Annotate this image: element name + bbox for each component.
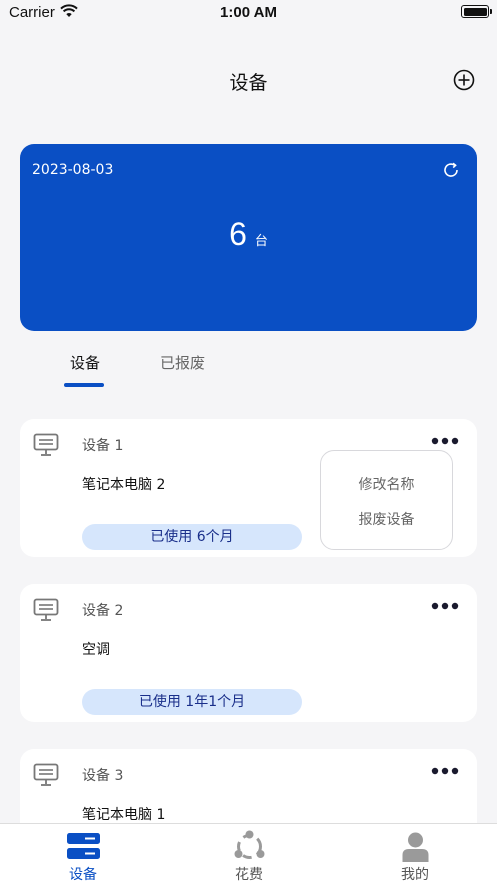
summary-date: 2023-08-03 xyxy=(32,162,114,178)
tab-scrapped[interactable]: 已报废 xyxy=(160,352,205,373)
page-title: 设备 xyxy=(229,72,268,94)
device-label: 设备 2 xyxy=(82,603,124,619)
tab-bar-label: 我的 xyxy=(401,867,429,883)
more-icon[interactable] xyxy=(431,767,459,775)
monitor-icon xyxy=(33,598,59,621)
device-name: 笔记本电脑 2 xyxy=(82,477,166,493)
plus-circle-icon[interactable] xyxy=(453,69,475,91)
summary-card: 2023-08-03 6台 xyxy=(20,144,477,331)
refresh-icon[interactable] xyxy=(442,161,460,179)
tab-indicator xyxy=(64,383,104,387)
tab-bar-expenses[interactable]: 花费 xyxy=(166,824,332,883)
tab-devices[interactable]: 设备 xyxy=(70,352,100,373)
rename-menu-item[interactable]: 修改名称 xyxy=(321,474,452,494)
device-card[interactable]: 设备 2 空调 已使用 1年1个月 xyxy=(20,584,477,722)
bottom-tab-bar: 设备 花费 我的 xyxy=(0,823,497,883)
device-count-unit: 台 xyxy=(254,234,268,249)
battery-icon xyxy=(461,5,492,18)
tab-bar-profile[interactable]: 我的 xyxy=(332,824,497,883)
person-icon xyxy=(402,832,429,862)
status-time: 1:00 AM xyxy=(220,4,277,21)
tab-bar-label: 花费 xyxy=(235,867,263,883)
device-count-number: 6 xyxy=(229,216,247,252)
device-count: 6台 xyxy=(20,216,477,253)
scrap-device-menu-item[interactable]: 报废设备 xyxy=(321,509,452,529)
usage-badge: 已使用 6个月 xyxy=(82,524,302,550)
tab-bar-label: 设备 xyxy=(69,867,97,883)
usage-badge: 已使用 1年1个月 xyxy=(82,689,302,715)
device-name: 笔记本电脑 1 xyxy=(82,807,166,823)
tab-bar-devices[interactable]: 设备 xyxy=(0,824,166,883)
more-icon[interactable] xyxy=(431,437,459,445)
more-icon[interactable] xyxy=(431,602,459,610)
status-bar: Carrier 1:00 AM xyxy=(0,0,497,26)
device-name: 空调 xyxy=(82,642,110,658)
monitor-icon xyxy=(33,433,59,456)
share-icon xyxy=(234,830,265,859)
device-list-icon xyxy=(67,833,100,859)
monitor-icon xyxy=(33,763,59,786)
device-label: 设备 1 xyxy=(82,438,124,454)
device-actions-menu: 修改名称 报废设备 xyxy=(320,450,453,550)
device-label: 设备 3 xyxy=(82,768,124,784)
